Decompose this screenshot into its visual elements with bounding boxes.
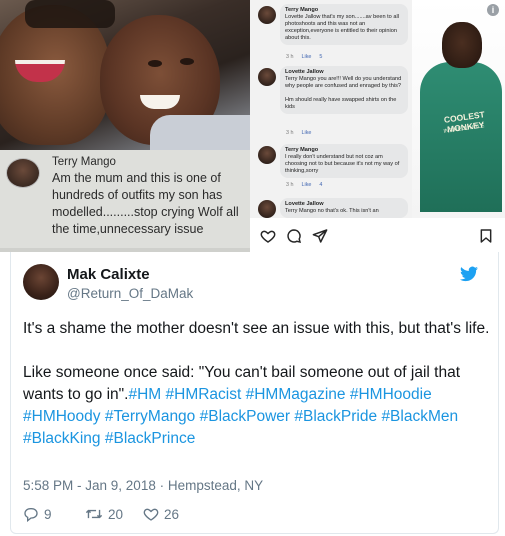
comment-text: Am the mum and this is one of hundreds o… <box>52 171 239 236</box>
info-icon[interactable]: i <box>487 4 499 16</box>
facebook-chat-screenshot: Terry Mango Lovette Jallow that's my son… <box>250 0 412 218</box>
reply-button[interactable]: 9 <box>23 506 52 522</box>
retweet-icon <box>85 509 103 519</box>
chat-meta: 3 h Like 4 <box>286 182 323 188</box>
bookmark-icon[interactable] <box>478 228 494 244</box>
hashtag-link[interactable]: #HMHoody <box>23 408 101 425</box>
avatar[interactable] <box>23 264 59 300</box>
hashtag-link[interactable]: #BlackPower <box>200 408 290 425</box>
hoodie-ad-photo: i COOLEST MONKEY IN THE JUNGLE <box>412 0 505 218</box>
chat-text: Lovette Jallow that's my son.......av be… <box>285 14 399 41</box>
comment-icon[interactable] <box>286 228 302 244</box>
chat-avatar <box>258 6 276 24</box>
hashtag-link[interactable]: #HMHoodie <box>350 386 432 403</box>
retweet-count: 20 <box>108 506 124 522</box>
son-eye-right <box>180 58 194 65</box>
hashtag-link[interactable]: #BlackMen <box>381 408 458 425</box>
tweet-actions: 9 20 26 <box>23 506 323 526</box>
like-count: 26 <box>164 506 180 522</box>
display-name[interactable]: Mak Calixte <box>67 266 150 283</box>
chat-author: Lovette Jallow <box>285 69 324 75</box>
share-icon[interactable] <box>312 228 328 244</box>
sunglasses <box>25 0 115 28</box>
chat-avatar <box>258 200 276 218</box>
tweet-timestamp[interactable]: 5:58 PM - Jan 9, 2018 · Hempstead, NY <box>23 478 263 493</box>
reply-count: 9 <box>44 506 52 522</box>
reply-icon <box>24 508 38 522</box>
green-hoodie <box>420 62 502 212</box>
heart-icon <box>143 508 159 521</box>
twitter-bird-icon[interactable] <box>460 266 478 282</box>
son-shirt <box>150 115 250 150</box>
hashtag-link[interactable]: #HMRacist <box>166 386 242 403</box>
chat-bubble: Lovette Jallow Terry Mango no that's ok.… <box>280 198 408 218</box>
hashtag-link[interactable]: #BlackPrince <box>105 430 195 447</box>
chat-bubble: Terry Mango I really don't understand bu… <box>280 144 408 178</box>
chat-avatar <box>258 146 276 164</box>
tweet-text: It's a shame the mother doesn't see an i… <box>23 318 493 450</box>
chat-meta: 3 h Like 5 <box>286 54 323 60</box>
chat-text: Terry Mango you are!!! Well do you under… <box>285 76 402 89</box>
chat-author: Terry Mango <box>285 147 319 153</box>
tweet-paragraph-2: Like someone once said: "You can't bail … <box>23 362 493 450</box>
chat-meta: 3 h Like <box>286 130 312 136</box>
chat-author: Terry Mango <box>285 7 319 13</box>
hashtag-link[interactable]: #TerryMango <box>105 408 195 425</box>
commenter-name: Terry Mango <box>52 156 116 168</box>
chat-bubble: Lovette Jallow Terry Mango you are!!! We… <box>280 66 408 114</box>
mother-son-photo <box>0 0 250 150</box>
hashtag-link[interactable]: #BlackKing <box>23 430 101 447</box>
chat-author: Lovette Jallow <box>285 201 324 207</box>
heart-icon[interactable] <box>260 228 276 244</box>
hashtag-link[interactable]: #HMMagazine <box>246 386 346 403</box>
commenter-avatar <box>6 158 40 188</box>
instagram-action-bar <box>250 218 505 252</box>
chat-avatar <box>258 68 276 86</box>
comment-screenshot: Terry Mango Am the mum and this is one o… <box>0 150 250 252</box>
tweet-paragraph-1: It's a shame the mother doesn't see an i… <box>23 320 490 337</box>
model-head <box>442 22 482 68</box>
chat-text: Terry Mango no that's ok. This isn't an <box>285 208 379 214</box>
like-button[interactable]: 26 <box>143 506 179 522</box>
user-handle[interactable]: @Return_Of_DaMak <box>67 286 193 301</box>
hashtag-link[interactable]: #BlackPride <box>294 408 377 425</box>
chat-text-2: Hm should really have swapped shirts on … <box>285 97 397 110</box>
tweet-card: Mak Calixte @Return_Of_DaMak It's a sham… <box>10 252 499 534</box>
retweet-button[interactable]: 20 <box>85 506 123 522</box>
chat-text: I really don't understand but not coz am… <box>285 154 400 174</box>
son-eye-left <box>148 60 162 67</box>
chat-bubble: Terry Mango Lovette Jallow that's my son… <box>280 4 408 45</box>
hashtag-link[interactable]: #HM <box>128 386 161 403</box>
tweet-image-collage[interactable]: Terry Mango Am the mum and this is one o… <box>0 0 505 252</box>
